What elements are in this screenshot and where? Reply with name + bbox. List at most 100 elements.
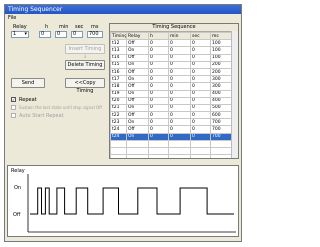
table-cell[interactable]: 0 [148,75,169,84]
table-cell[interactable]: 0 [148,118,169,127]
table-cell[interactable]: Off [126,82,149,91]
table-cell[interactable] [148,139,169,149]
table-cell[interactable]: On [126,75,149,84]
table-cell[interactable]: 0 [148,89,169,98]
table-cell[interactable]: t18 [110,82,127,91]
table-cell[interactable]: 0 [190,75,211,84]
copy-timing-button[interactable]: <<Copy Timing [65,78,105,94]
table-cell[interactable]: t17 [110,75,127,84]
table-row[interactable]: t17 On 0 0 0 300 [110,75,235,84]
table-cell[interactable]: Off [126,125,149,134]
table-cell[interactable]: t20 [110,96,127,105]
table-cell[interactable]: On [126,103,149,113]
table-cell[interactable] [126,139,149,149]
table-cell[interactable]: 0 [190,89,211,98]
table-cell[interactable] [110,146,127,156]
table-cell[interactable] [190,139,211,149]
hours-input[interactable]: 0 [39,31,51,38]
table-cell[interactable]: t12 [110,39,127,48]
table-row[interactable]: t19 On 0 0 0 400 [110,89,235,98]
table-cell[interactable]: 0 [148,53,169,62]
table-row[interactable] [110,154,235,158]
table-row[interactable]: t24 Off 0 0 0 700 [110,125,235,134]
table-cell[interactable]: 0 [168,89,191,98]
table-cell[interactable]: 0 [148,96,169,105]
table-row[interactable]: t15 On 0 0 0 200 [110,60,235,69]
table-cell[interactable] [168,146,191,156]
table-cell[interactable] [148,154,169,158]
table-cell[interactable]: 0 [190,103,211,113]
milliseconds-input[interactable]: 700 [87,31,103,38]
table-row[interactable]: t20 Off 0 0 0 400 [110,96,235,105]
table-row[interactable]: t13 On 0 0 0 100 [110,46,235,55]
minutes-input[interactable]: 0 [55,31,67,38]
menu-file[interactable]: File [8,15,16,21]
table-cell[interactable]: Off [126,53,149,62]
table-row[interactable]: t18 Off 0 0 0 300 [110,82,235,91]
table-cell[interactable]: 0 [148,111,169,120]
table-cell[interactable]: 0 [168,96,191,105]
table-row[interactable]: t12 Off 0 0 0 100 [110,39,235,48]
table-cell[interactable]: t16 [110,67,127,77]
repeat-checkbox[interactable]: ✓ [11,97,16,102]
table-cell[interactable]: Off [126,39,149,48]
delete-timing-button[interactable]: Delete Timing [65,60,105,70]
table-cell[interactable]: 0 [168,118,191,127]
table-cell[interactable]: 0 [190,39,211,48]
table-cell[interactable]: t19 [110,89,127,98]
insert-timing-button[interactable]: Insert Timing ↓ [65,44,105,60]
table-cell[interactable]: 0 [168,60,191,69]
table-cell[interactable]: t23 [110,118,127,127]
table-scrollbar[interactable] [231,31,238,158]
table-cell[interactable]: 0 [168,53,191,62]
table-cell[interactable]: On [126,132,149,141]
table-cell[interactable]: 0 [168,132,191,141]
table-cell[interactable]: On [126,46,149,55]
table-cell[interactable]: 0 [190,67,211,77]
table-cell[interactable] [168,139,191,149]
table-cell[interactable]: 0 [148,60,169,69]
table-cell[interactable]: 0 [190,132,211,141]
table-cell[interactable]: 0 [190,96,211,105]
table-cell[interactable]: 0 [168,67,191,77]
table-cell[interactable]: t14 [110,53,127,62]
table-cell[interactable]: 0 [190,82,211,91]
table-cell[interactable]: On [126,60,149,69]
table-cell[interactable]: t13 [110,46,127,55]
table-row[interactable]: t23 On 0 0 0 700 [110,118,235,127]
table-row[interactable]: t21 On 0 0 0 500 [110,103,235,113]
table-cell[interactable]: 0 [190,111,211,120]
table-cell[interactable]: t15 [110,60,127,69]
table-cell[interactable] [126,154,149,158]
table-cell[interactable]: 0 [168,82,191,91]
seconds-input[interactable]: 0 [71,31,83,38]
table-cell[interactable]: Off [126,111,149,120]
table-cell[interactable] [148,146,169,156]
table-cell[interactable]: 0 [148,82,169,91]
table-cell[interactable]: t24 [110,125,127,134]
table-row[interactable]: t22 Off 0 0 0 600 [110,111,235,120]
table-cell[interactable]: 0 [148,125,169,134]
table-row[interactable] [110,146,235,156]
table-cell[interactable]: 0 [168,103,191,113]
table-cell[interactable]: 0 [190,118,211,127]
table-row[interactable] [110,139,235,149]
table-cell[interactable] [190,154,211,158]
table-cell[interactable]: 0 [190,125,211,134]
table-cell[interactable]: 0 [168,39,191,48]
table-cell[interactable]: 0 [190,53,211,62]
table-cell[interactable]: On [126,89,149,98]
table-cell[interactable]: 0 [148,132,169,141]
table-cell[interactable]: t24 [110,132,127,141]
send-button[interactable]: Send [11,78,45,88]
table-cell[interactable]: Off [126,67,149,77]
table-cell[interactable]: 0 [148,67,169,77]
table-cell[interactable]: 0 [148,46,169,55]
table-cell[interactable]: 0 [190,46,211,55]
table-cell[interactable] [126,146,149,156]
table-cell[interactable]: 0 [148,103,169,113]
relay-select[interactable]: 1 ▾ [11,31,29,38]
table-cell[interactable]: 0 [168,46,191,55]
table-cell[interactable]: Off [126,96,149,105]
table-cell[interactable]: 0 [168,111,191,120]
